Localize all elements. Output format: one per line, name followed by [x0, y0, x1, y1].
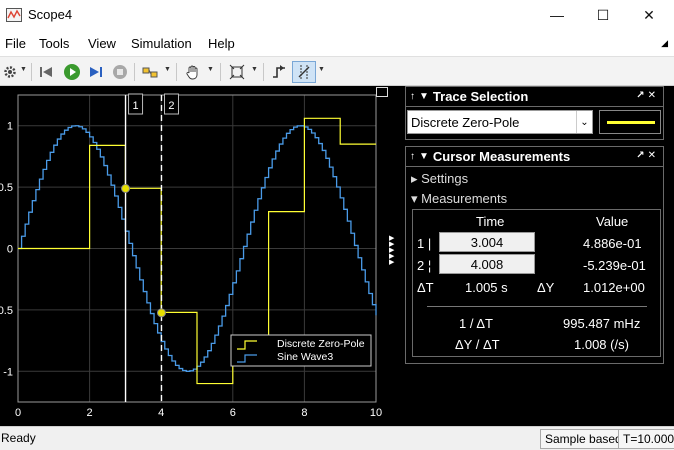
delta-y-label: ΔY: [537, 280, 555, 295]
trace-selection-title: Trace Selection: [432, 89, 529, 104]
settings-dropdown-icon[interactable]: ▼: [20, 66, 27, 73]
col-time-header: Time: [476, 214, 505, 229]
run-icon[interactable]: [62, 61, 82, 83]
stop-icon[interactable]: [110, 61, 130, 83]
cursor1-label: 1 |: [417, 236, 432, 251]
measurements-section-toggle[interactable]: ▾ Measurements: [411, 191, 507, 207]
close-button[interactable]: ✕: [626, 0, 672, 30]
autoscale-dropdown-icon[interactable]: ▼: [251, 66, 258, 73]
delta-t-label: ΔT: [417, 280, 434, 295]
x-tick-label: 10: [370, 407, 382, 419]
measurements-dropdown-icon[interactable]: ▼: [318, 66, 325, 73]
cursor-2-label: 2: [168, 100, 174, 112]
menu-bar: File Tools View Simulation Help ◢: [0, 32, 674, 54]
cursor-measurements-header[interactable]: ↑ ▼ Cursor Measurements ↗✕: [406, 147, 663, 167]
cursor-1-label: 1: [132, 100, 138, 112]
cursor-1-marker[interactable]: [121, 183, 131, 193]
undock-plot-icon[interactable]: [376, 87, 388, 97]
cursor2-value: -5.239e-01: [583, 258, 646, 273]
cursor2-time-input[interactable]: 4.008: [439, 254, 535, 274]
highlight-block-icon[interactable]: [140, 61, 160, 83]
x-tick-label: 2: [87, 407, 93, 419]
cursor-measurements-icon[interactable]: [292, 61, 316, 83]
panel-controls-icon[interactable]: ↗✕: [636, 150, 659, 161]
slope-value: 1.008 (/s): [574, 337, 629, 352]
menu-view[interactable]: View: [88, 36, 116, 51]
step-back-icon[interactable]: [36, 61, 56, 83]
inverse-delta-t-label: 1 / ΔT: [459, 316, 493, 331]
autoscale-icon[interactable]: [226, 61, 248, 83]
cursor-measurements-title: Cursor Measurements: [432, 149, 571, 164]
settings-gear-icon[interactable]: [2, 61, 18, 83]
panel-resize-arrows-icon[interactable]: ▶ ▶ ▶ ▶ ▶: [389, 235, 399, 266]
delta-t-value: 1.005 s: [465, 280, 508, 295]
sample-mode-indicator: Sample based: [540, 429, 627, 449]
panel-controls-icon[interactable]: ↗✕: [636, 90, 659, 101]
menu-simulation[interactable]: Simulation: [131, 36, 192, 51]
y-tick-label: -0.5: [0, 305, 13, 317]
trace-color-swatch: [599, 110, 661, 134]
trace-selection-dropdown[interactable]: Discrete Zero-Pole ⌄: [407, 110, 593, 134]
toolbar: ▼ ▼ ▼ ▼ ▼: [0, 56, 674, 86]
status-bar: Ready Sample based T=10.000: [0, 426, 674, 450]
inverse-delta-t-value: 995.487 mHz: [563, 316, 641, 331]
collapse-triangle-icon[interactable]: ▼: [419, 151, 429, 162]
title-bar: Scope4 — ☐ ✕: [0, 0, 674, 32]
trace-selection-header[interactable]: ↑ ▼ Trace Selection ↗✕: [406, 87, 663, 107]
chevron-down-icon[interactable]: ⌄: [576, 111, 592, 133]
cursor-2-marker[interactable]: [156, 308, 166, 318]
legend-label-sine: Sine Wave3: [277, 351, 333, 363]
delta-y-value: 1.012e+00: [583, 280, 645, 295]
cursor-measurements-panel: ↑ ▼ Cursor Measurements ↗✕ ▸ Settings ▾ …: [405, 146, 664, 364]
cursor2-label: 2 ¦: [417, 258, 432, 273]
cursor1-value: 4.886e-01: [583, 236, 642, 251]
maximize-button[interactable]: ☐: [580, 0, 626, 30]
trace-selection-panel: ↑ ▼ Trace Selection ↗✕ Discrete Zero-Pol…: [405, 86, 664, 140]
scope-area: 10.50-0.5-1024681012Discrete Zero-PoleSi…: [0, 86, 674, 426]
y-tick-label: -1: [3, 366, 13, 378]
pan-hand-icon[interactable]: [182, 61, 204, 83]
x-tick-label: 6: [230, 407, 236, 419]
status-ready: Ready: [1, 431, 36, 445]
measurements-table: Time Value 1 | 3.004 4.886e-01 2 ¦ 4.008…: [412, 209, 661, 357]
collapse-triangle-icon[interactable]: ▼: [419, 91, 429, 102]
highlight-dropdown-icon[interactable]: ▼: [164, 66, 171, 73]
y-tick-label: 0: [7, 244, 13, 256]
cursor1-time-input[interactable]: 3.004: [439, 232, 535, 252]
x-tick-label: 0: [15, 407, 21, 419]
menu-collapse-icon[interactable]: ◢: [661, 38, 668, 49]
scope-app-icon: [6, 8, 22, 22]
triggers-icon[interactable]: [268, 61, 290, 83]
menu-help[interactable]: Help: [208, 36, 235, 51]
window-title: Scope4: [28, 7, 73, 22]
slope-label: ΔY / ΔT: [455, 337, 500, 352]
menu-tools[interactable]: Tools: [39, 36, 69, 51]
measurements-divider: [427, 306, 647, 307]
step-forward-icon[interactable]: [86, 61, 106, 83]
legend-label-zero-pole: Discrete Zero-Pole: [277, 338, 365, 350]
settings-section-toggle[interactable]: ▸ Settings: [411, 171, 468, 187]
pan-dropdown-icon[interactable]: ▼: [207, 66, 214, 73]
sim-time-indicator: T=10.000: [618, 429, 674, 449]
pin-icon[interactable]: ↑: [410, 151, 415, 162]
pin-icon[interactable]: ↑: [410, 91, 415, 102]
x-tick-label: 8: [301, 407, 307, 419]
col-value-header: Value: [596, 214, 629, 229]
scope-plot[interactable]: 10.50-0.5-1024681012Discrete Zero-PoleSi…: [0, 86, 400, 426]
y-tick-label: 1: [7, 121, 13, 133]
x-tick-label: 4: [158, 407, 164, 419]
menu-file[interactable]: File: [5, 36, 26, 51]
minimize-button[interactable]: —: [534, 0, 580, 30]
y-tick-label: 0.5: [0, 182, 13, 194]
